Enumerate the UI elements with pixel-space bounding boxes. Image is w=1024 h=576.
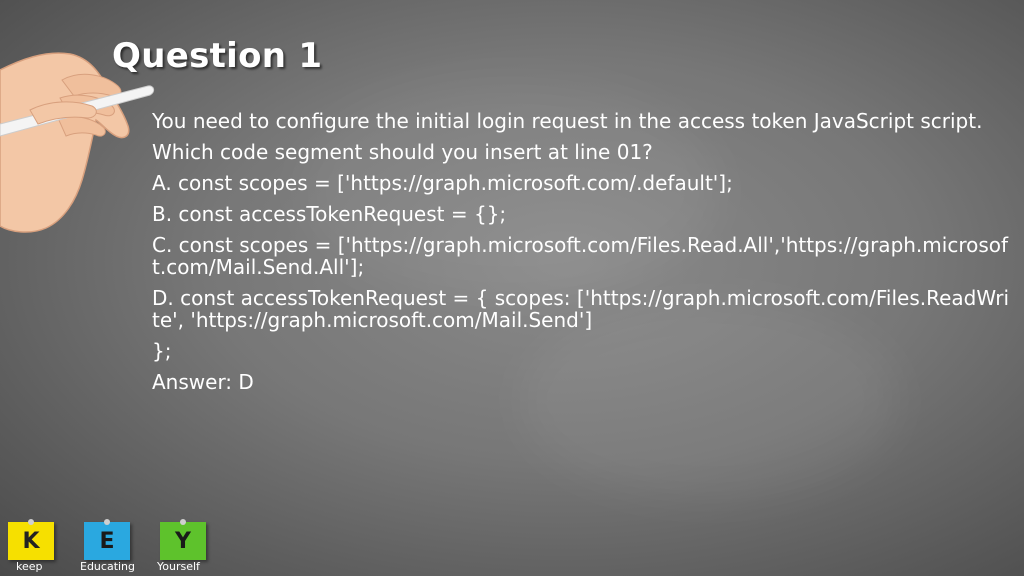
logo-tile-y: Y bbox=[160, 519, 206, 560]
option-d: D. const accessTokenRequest = { scopes: … bbox=[152, 286, 1010, 332]
answer-text: Answer: D bbox=[152, 370, 254, 394]
option-a: A. const scopes = ['https://graph.micros… bbox=[152, 171, 733, 195]
slide-title: Question 1 bbox=[112, 36, 323, 76]
pin-icon bbox=[104, 519, 110, 525]
logo-caption-keep: keep bbox=[16, 560, 43, 573]
question-body: You need to configure the initial login … bbox=[152, 110, 1012, 402]
logo-caption-yourself: Yourself bbox=[157, 560, 200, 573]
question-stem: You need to configure the initial login … bbox=[152, 109, 983, 133]
logo-tile-e: E bbox=[84, 519, 130, 560]
logo-letter-e: E bbox=[99, 528, 115, 554]
option-b: B. const accessTokenRequest = {}; bbox=[152, 202, 507, 226]
key-logo: K E Y keep Educating Yourself bbox=[4, 518, 214, 576]
logo-letter-k: K bbox=[22, 528, 40, 554]
option-d-closing: }; bbox=[152, 339, 172, 363]
logo-caption-educating: Educating bbox=[80, 560, 136, 573]
pin-icon bbox=[28, 519, 34, 525]
pin-icon bbox=[180, 519, 186, 525]
option-c: C. const scopes = ['https://graph.micros… bbox=[152, 233, 1009, 279]
logo-tile-k: K bbox=[8, 519, 54, 560]
logo-letter-y: Y bbox=[175, 528, 191, 554]
slide: Question 1 You need to configure the ini… bbox=[0, 0, 1024, 576]
question-prompt: Which code segment should you insert at … bbox=[152, 140, 653, 164]
